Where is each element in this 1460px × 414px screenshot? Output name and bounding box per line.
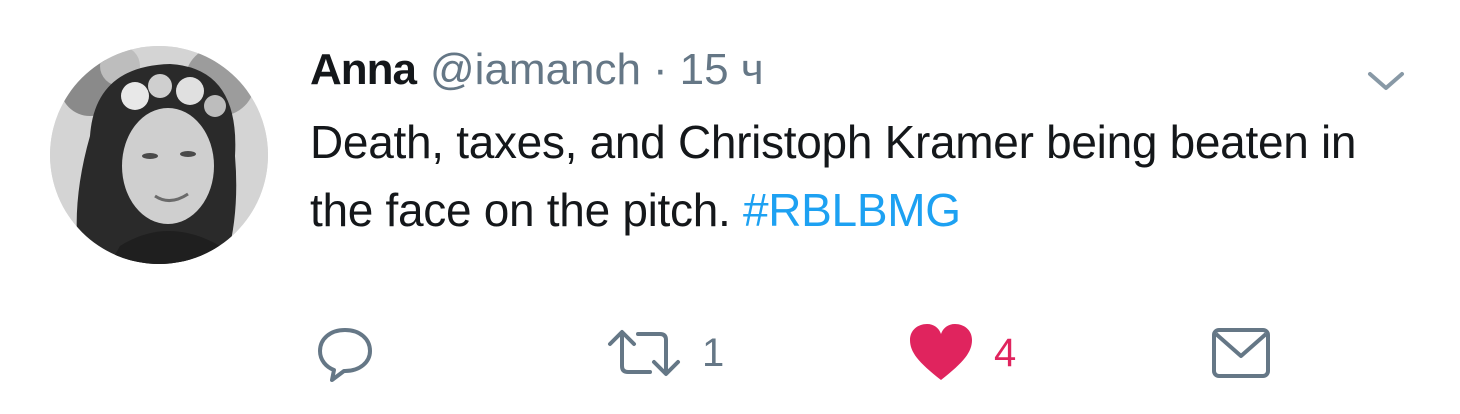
tweet-actions: 1 4 xyxy=(310,318,1310,388)
tweet-menu-button[interactable] xyxy=(1364,66,1408,96)
author-handle[interactable]: @iamanch xyxy=(430,40,641,100)
direct-message-button[interactable] xyxy=(1210,318,1272,388)
like-count: 4 xyxy=(994,330,1017,375)
reply-button[interactable] xyxy=(314,318,396,388)
tweet-text: Death, taxes, and Christoph Kramer being… xyxy=(310,108,1420,244)
author-name[interactable]: Anna xyxy=(310,40,417,100)
retweet-count: 1 xyxy=(702,330,725,375)
speech-bubble-icon xyxy=(318,328,372,382)
envelope-icon xyxy=(1212,328,1270,378)
avatar[interactable] xyxy=(50,46,268,264)
tweet-card[interactable]: Anna @iamanch · 15 ч Death, taxes, and C… xyxy=(0,0,1460,414)
avatar-photo xyxy=(50,46,268,264)
retweet-button[interactable]: 1 xyxy=(606,318,724,388)
hashtag-link[interactable]: #RBLBMG xyxy=(743,184,961,236)
header-separator: · xyxy=(652,45,668,94)
heart-icon xyxy=(910,324,972,380)
tweet-timestamp[interactable]: 15 ч xyxy=(680,40,764,100)
chevron-down-icon xyxy=(1368,72,1404,90)
retweet-arrows-icon xyxy=(608,330,680,376)
like-button[interactable]: 4 xyxy=(908,318,1016,388)
tweet-header: Anna @iamanch · 15 ч xyxy=(310,40,764,100)
